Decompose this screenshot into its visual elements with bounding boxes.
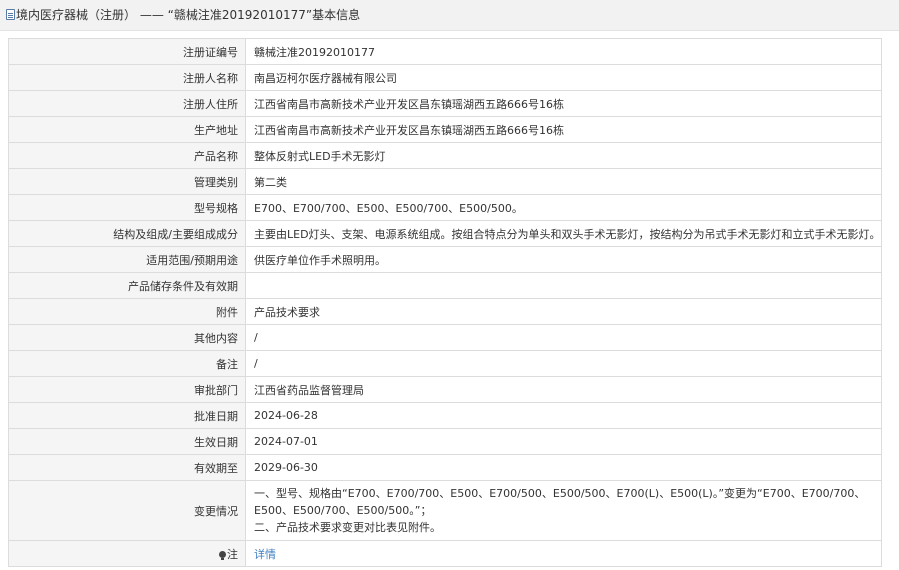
row-value	[245, 272, 882, 299]
table-row: 产品名称 整体反射式LED手术无影灯	[8, 142, 882, 169]
registration-info-table: 注册证编号 赣械注准20192010177 注册人名称 南昌迈柯尔医疗器械有限公司 …	[8, 38, 882, 567]
row-label: 型号规格	[8, 194, 246, 221]
details-link[interactable]: 详情	[254, 548, 276, 561]
document-icon	[6, 9, 15, 20]
row-value: 供医疗单位作手术照明用。	[245, 246, 882, 273]
row-label: 批准日期	[8, 402, 246, 429]
table-row: 注册人名称 南昌迈柯尔医疗器械有限公司	[8, 64, 882, 91]
change-line-2: 二、产品技术要求变更对比表见附件。	[254, 521, 441, 534]
table-row: 注册人住所 江西省南昌市高新技术产业开发区昌东镇瑶湖西五路666号16栋	[8, 90, 882, 117]
table-row: 型号规格 E700、E700/700、E500、E500/700、E500/500…	[8, 194, 882, 221]
table-row: 适用范围/预期用途 供医疗单位作手术照明用。	[8, 246, 882, 273]
note-label: 注	[227, 547, 238, 561]
row-label: 生产地址	[8, 116, 246, 143]
table-row: 生效日期 2024-07-01	[8, 428, 882, 455]
header-separator: ——	[139, 8, 164, 22]
table-row: 批准日期 2024-06-28	[8, 402, 882, 429]
row-value: 产品技术要求	[245, 298, 882, 325]
row-label: 附件	[8, 298, 246, 325]
row-value: 整体反射式LED手术无影灯	[245, 142, 882, 169]
table-row: 注册证编号 赣械注准20192010177	[8, 38, 882, 65]
table-row: 其他内容 /	[8, 324, 882, 351]
row-label: 生效日期	[8, 428, 246, 455]
row-value: 主要由LED灯头、支架、电源系统组成。按组合特点分为单头和双头手术无影灯，按结构…	[245, 220, 882, 247]
note-row: 注 详情	[8, 540, 882, 567]
row-value: 江西省南昌市高新技术产业开发区昌东镇瑶湖西五路666号16栋	[245, 116, 882, 143]
row-value: 2024-07-01	[245, 428, 882, 455]
note-label-cell: 注	[8, 540, 246, 567]
row-value: 南昌迈柯尔医疗器械有限公司	[245, 64, 882, 91]
row-label: 注册人住所	[8, 90, 246, 117]
row-label: 注册证编号	[8, 38, 246, 65]
row-value: /	[245, 350, 882, 377]
row-label: 结构及组成/主要组成成分	[8, 220, 246, 247]
table-row: 生产地址 江西省南昌市高新技术产业开发区昌东镇瑶湖西五路666号16栋	[8, 116, 882, 143]
table-row: 管理类别 第二类	[8, 168, 882, 195]
row-label: 适用范围/预期用途	[8, 246, 246, 273]
row-value: 赣械注准20192010177	[245, 38, 882, 65]
row-label: 产品储存条件及有效期	[8, 272, 246, 299]
table-row: 备注 /	[8, 350, 882, 377]
table-row: 审批部门 江西省药品监督管理局	[8, 376, 882, 403]
row-value: /	[245, 324, 882, 351]
row-label: 其他内容	[8, 324, 246, 351]
table-row: 结构及组成/主要组成成分 主要由LED灯头、支架、电源系统组成。按组合特点分为单头…	[8, 220, 882, 247]
table-row: 有效期至 2029-06-30	[8, 454, 882, 481]
row-label: 审批部门	[8, 376, 246, 403]
lightbulb-icon	[219, 550, 226, 560]
table-row: 附件 产品技术要求	[8, 298, 882, 325]
change-line-1: 一、型号、规格由“E700、E700/700、E500、E700/500、E50…	[254, 487, 866, 517]
change-row: 变更情况 一、型号、规格由“E700、E700/700、E500、E700/50…	[8, 480, 882, 541]
page-header: 境内医疗器械（注册） —— “赣械注准20192010177”基本信息	[0, 0, 899, 31]
row-label: 有效期至	[8, 454, 246, 481]
change-label: 变更情况	[8, 480, 246, 541]
row-value: E700、E700/700、E500、E500/700、E500/500。	[245, 194, 882, 221]
header-category: 境内医疗器械（注册）	[16, 8, 137, 22]
row-label: 备注	[8, 350, 246, 377]
row-label: 注册人名称	[8, 64, 246, 91]
row-value: 第二类	[245, 168, 882, 195]
row-value: 2029-06-30	[245, 454, 882, 481]
change-value: 一、型号、规格由“E700、E700/700、E500、E700/500、E50…	[245, 480, 882, 541]
row-value: 江西省南昌市高新技术产业开发区昌东镇瑶湖西五路666号16栋	[245, 90, 882, 117]
note-value: 详情	[245, 540, 882, 567]
row-value: 2024-06-28	[245, 402, 882, 429]
header-title: “赣械注准20192010177”基本信息	[167, 8, 361, 22]
table-row: 产品储存条件及有效期	[8, 272, 882, 299]
row-value: 江西省药品监督管理局	[245, 376, 882, 403]
row-label: 产品名称	[8, 142, 246, 169]
row-label: 管理类别	[8, 168, 246, 195]
